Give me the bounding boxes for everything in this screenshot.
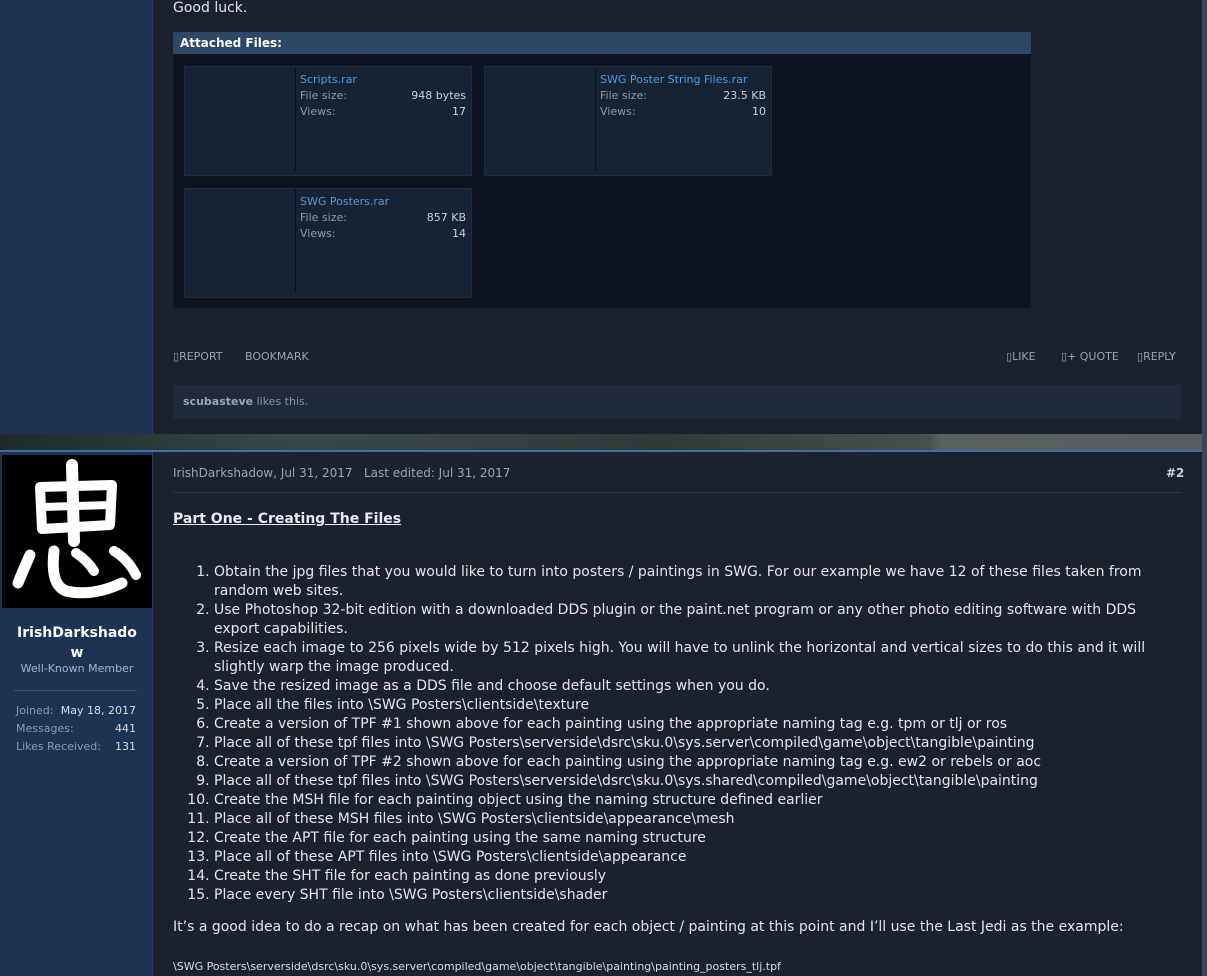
path-line: \SWG Posters\serverside\dsrc\sku.0\sys.s… xyxy=(173,960,781,973)
stat-joined: Joined: May 18, 2017 xyxy=(16,704,136,717)
file-size-label: File size: xyxy=(300,89,347,102)
post-number-link[interactable]: #2 xyxy=(1166,466,1184,480)
attachment-thumbnail[interactable] xyxy=(185,67,296,171)
step-item: Create a version of TPF #1 shown above f… xyxy=(214,715,1183,734)
background-divider xyxy=(0,434,1207,450)
file-size-value: 857 KB xyxy=(426,211,466,224)
stat-label: Messages: xyxy=(16,722,74,735)
views-value: 10 xyxy=(752,105,766,118)
step-item: Place all of these APT files into \SWG P… xyxy=(214,848,1183,867)
likes-text: likes this. xyxy=(256,395,309,408)
stat-label: Joined: xyxy=(16,704,54,717)
step-item: Place all the files into \SWG Posters\cl… xyxy=(214,696,1183,715)
file-size-label: File size: xyxy=(600,89,647,102)
reply-button[interactable]: ▯REPLY xyxy=(1137,350,1176,363)
step-item: Resize each image to 256 pixels wide by … xyxy=(214,639,1183,677)
bookmark-button[interactable]: BOOKMARK xyxy=(245,350,309,363)
like-label: LIKE xyxy=(1012,350,1036,363)
step-item: Use Photoshop 32-bit edition with a down… xyxy=(214,601,1183,639)
step-item: Create the SHT file for each painting as… xyxy=(214,867,1183,886)
stat-value: 131 xyxy=(115,740,136,753)
quote-label: + QUOTE xyxy=(1067,350,1119,363)
stat-likes: Likes Received: 131 xyxy=(16,740,136,753)
views-label: Views: xyxy=(300,227,336,240)
step-item: Place all of these MSH files into \SWG P… xyxy=(214,810,1183,829)
report-label: REPORT xyxy=(179,350,223,363)
meta-divider xyxy=(173,492,1181,493)
file-size-value: 948 bytes xyxy=(411,89,466,102)
attachment-link[interactable]: SWG Posters.rar xyxy=(300,195,389,208)
user-title: Well-Known Member xyxy=(20,662,134,675)
views-value: 14 xyxy=(452,227,466,240)
attachment-card[interactable]: Scripts.rar File size: 948 bytes Views: 17 xyxy=(184,66,472,176)
likes-summary: scubasteve likes this. xyxy=(173,385,1181,419)
stat-value: May 18, 2017 xyxy=(60,704,136,717)
step-item: Create a version of TPF #2 shown above f… xyxy=(214,753,1183,772)
step-item: Place all of these tpf files into \SWG P… xyxy=(214,734,1183,753)
stat-messages: Messages: 441 xyxy=(16,722,136,735)
file-size-label: File size: xyxy=(300,211,347,224)
meta-author[interactable]: IrishDarkshadow, xyxy=(173,466,277,480)
attachments-heading: Attached Files: xyxy=(173,32,1031,54)
steps-list: Obtain the jpg files that you would like… xyxy=(173,563,1183,905)
report-button[interactable]: ▯REPORT xyxy=(173,350,223,363)
attachments-box: Scripts.rar File size: 948 bytes Views: 17… xyxy=(173,54,1031,308)
avatar[interactable] xyxy=(2,455,152,608)
quote-button[interactable]: ▯+ QUOTE xyxy=(1061,350,1119,363)
step-item: Save the resized image as a DDS file and… xyxy=(214,677,1183,696)
like-button[interactable]: ▯LIKE xyxy=(1006,350,1036,363)
attachment-link[interactable]: Scripts.rar xyxy=(300,73,357,86)
kanji-chu-avatar-icon xyxy=(2,455,152,608)
views-label: Views: xyxy=(600,105,636,118)
author-username[interactable]: IrishDarkshadow xyxy=(12,623,142,663)
section-title: Part One - Creating The Files xyxy=(173,511,402,527)
post-closing-text: Good luck. xyxy=(173,0,248,16)
step-item: Place every SHT file into \SWG Posters\c… xyxy=(214,886,1183,905)
step-item: Create the MSH file for each painting ob… xyxy=(214,791,1183,810)
attachment-thumbnail[interactable] xyxy=(185,189,296,293)
meta-date[interactable]: Jul 31, 2017 xyxy=(281,466,353,480)
step-item: Obtain the jpg files that you would like… xyxy=(214,563,1183,601)
post1-user-sidebar xyxy=(0,0,153,434)
step-item: Create the APT file for each painting us… xyxy=(214,829,1183,848)
post-meta: IrishDarkshadow, Jul 31, 2017 Last edite… xyxy=(173,466,510,480)
stat-value[interactable]: 441 xyxy=(115,722,136,735)
attachment-link[interactable]: SWG Poster String Files.rar xyxy=(600,73,747,86)
views-value: 17 xyxy=(452,105,466,118)
step-item: Place all of these tpf files into \SWG P… xyxy=(214,772,1183,791)
bookmark-label: BOOKMARK xyxy=(245,350,309,363)
meta-edited: Last edited: Jul 31, 2017 xyxy=(363,466,511,480)
liker-username[interactable]: scubasteve xyxy=(183,395,253,408)
attachment-card[interactable]: SWG Posters.rar File size: 857 KB Views: 1… xyxy=(184,188,472,298)
user-stats-divider xyxy=(14,690,137,691)
scrollbar-strip[interactable] xyxy=(1202,0,1207,976)
stat-label: Likes Received: xyxy=(16,740,101,753)
reply-label: REPLY xyxy=(1143,350,1176,363)
attachment-thumbnail[interactable] xyxy=(485,67,596,171)
attachment-card[interactable]: SWG Poster String Files.rar File size: 23… xyxy=(484,66,772,176)
recap-paragraph: It’s a good idea to do a recap on what h… xyxy=(173,919,1124,935)
file-size-value: 23.5 KB xyxy=(723,89,766,102)
views-label: Views: xyxy=(300,105,336,118)
